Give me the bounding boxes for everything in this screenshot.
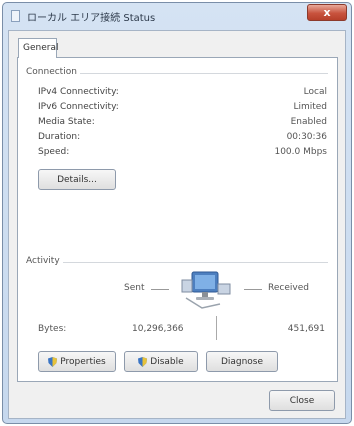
duration-value: 00:30:36 <box>286 132 327 142</box>
properties-label: Properties <box>60 356 106 367</box>
ipv4-value: Local <box>303 87 327 97</box>
bytes-separator <box>216 316 217 340</box>
details-button[interactable]: Details... <box>38 169 116 190</box>
ipv6-value: Limited <box>293 102 327 112</box>
window-title: ローカル エリア接続 Status <box>27 13 156 24</box>
ipv6-label: IPv6 Connectivity: <box>38 102 119 112</box>
network-computer-icon <box>181 271 231 309</box>
bytes-label: Bytes: <box>38 324 67 334</box>
duration-label: Duration: <box>38 132 81 142</box>
ipv4-label: IPv4 Connectivity: <box>38 87 119 97</box>
uac-shield-icon <box>138 356 148 367</box>
speed-value: 100.0 Mbps <box>274 147 327 157</box>
media-state-label: Media State: <box>38 117 95 127</box>
uac-shield-icon <box>48 356 58 367</box>
received-line <box>244 289 262 290</box>
sent-label: Sent <box>124 283 145 293</box>
activity-divider <box>26 262 328 263</box>
bytes-sent-value: 10,296,366 <box>132 324 184 334</box>
received-label: Received <box>268 283 309 293</box>
properties-button[interactable]: Properties <box>38 351 116 372</box>
bytes-received-value: 451,691 <box>287 324 325 334</box>
tab-general[interactable]: General <box>18 38 58 58</box>
close-button[interactable]: Close <box>269 390 335 411</box>
connection-group-label: Connection <box>26 67 80 77</box>
media-state-value: Enabled <box>290 117 327 127</box>
speed-label: Speed: <box>38 147 70 157</box>
sent-line <box>151 289 169 290</box>
status-window: ローカル エリア接続 Status x General Connection I… <box>2 2 352 424</box>
disable-label: Disable <box>150 356 184 367</box>
close-window-button[interactable]: x <box>307 4 347 21</box>
title-bar[interactable]: ローカル エリア接続 Status x <box>3 3 351 29</box>
activity-group-label: Activity <box>26 256 63 266</box>
dialog-body: General Connection IPv4 Connectivity: Lo… <box>8 30 346 419</box>
diagnose-button[interactable]: Diagnose <box>206 351 278 372</box>
disable-button[interactable]: Disable <box>124 351 198 372</box>
general-panel: Connection IPv4 Connectivity: Local IPv6… <box>17 57 338 382</box>
network-icon <box>11 10 20 22</box>
